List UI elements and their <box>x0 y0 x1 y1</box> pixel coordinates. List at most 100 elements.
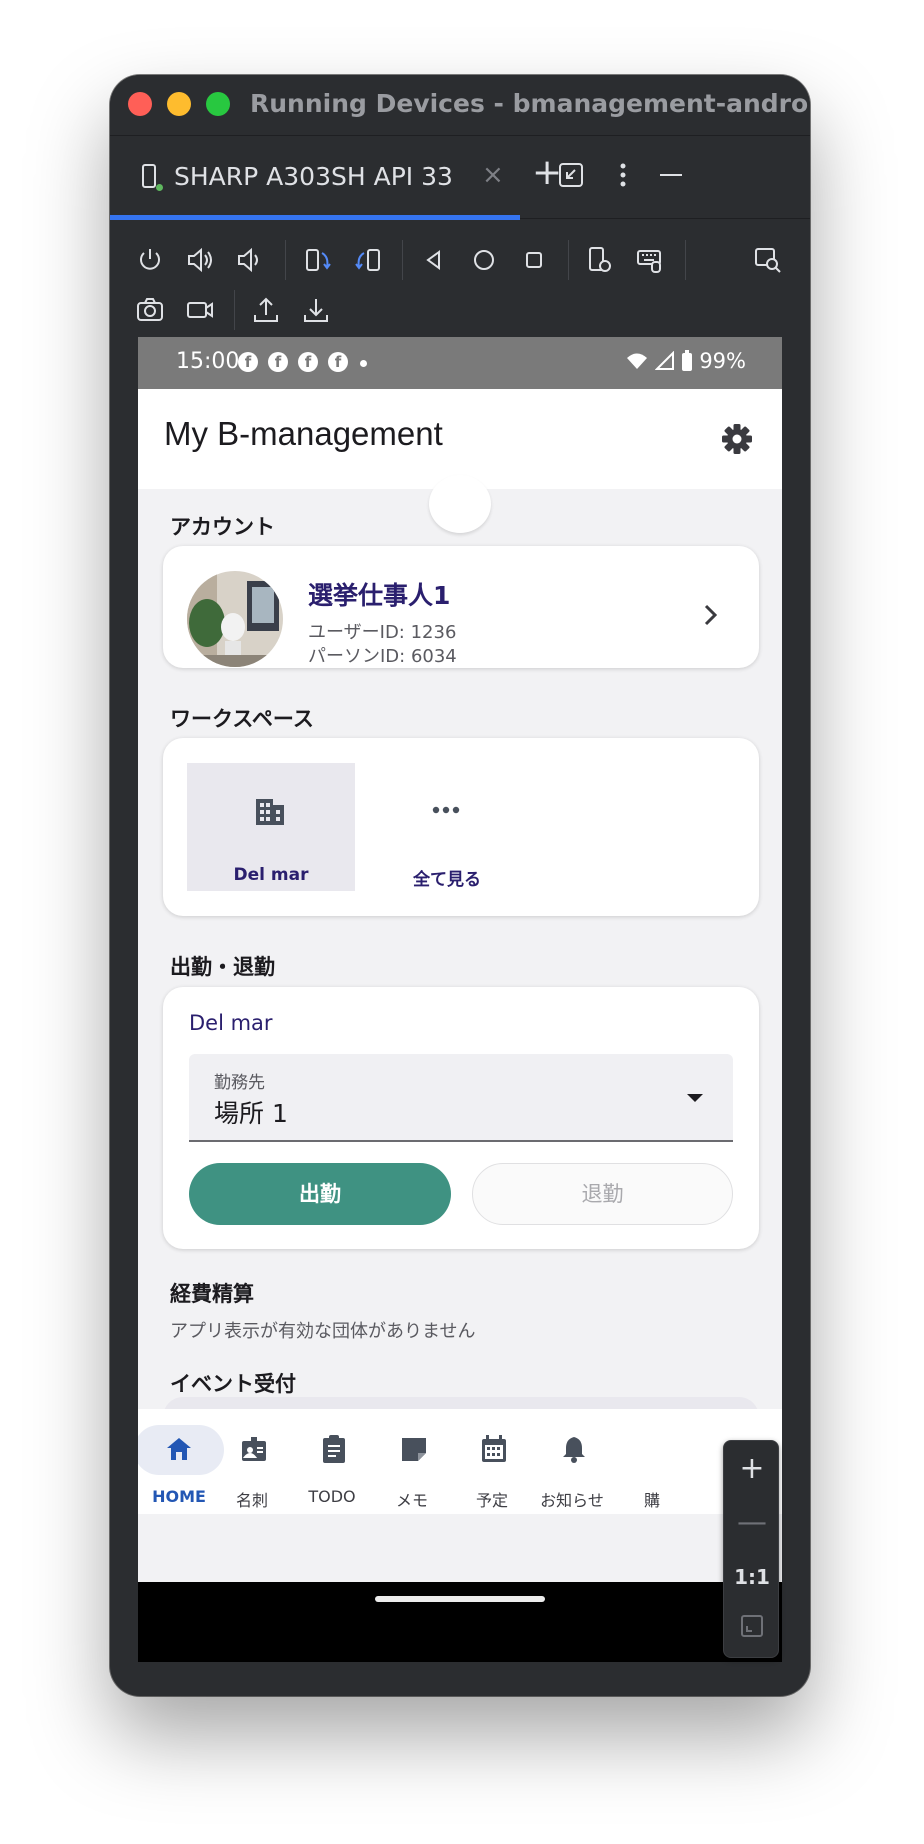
section-title-expense: 経費精算 <box>170 1282 254 1306</box>
status-time: 15:00 <box>176 349 240 374</box>
home-icon <box>167 1438 191 1460</box>
facebook-notification-icon: f <box>298 352 318 372</box>
keyboard-icon[interactable] <box>632 242 668 278</box>
device-toolbar <box>110 220 810 335</box>
tab-label: SHARP A303SH API 33 <box>174 162 453 191</box>
nav-item-memo[interactable]: メモ <box>372 1423 452 1523</box>
nav-item-business-card[interactable]: 名刺 <box>212 1423 292 1523</box>
work-location-label: 勤務先 <box>214 1073 265 1093</box>
clock-in-button[interactable]: 出勤 <box>189 1163 451 1225</box>
section-title-workspace: ワークスペース <box>170 707 314 731</box>
close-window-button[interactable] <box>128 92 152 116</box>
volume-up-icon[interactable] <box>182 242 218 278</box>
workspace-tile-del-mar[interactable]: Del mar <box>187 763 355 891</box>
facebook-notification-icon: f <box>328 352 348 372</box>
chevron-right-icon <box>701 601 721 629</box>
more-notifications-icon <box>360 360 367 367</box>
device-tab-bar: SHARP A303SH API 33 × + <box>110 135 810 220</box>
rotate-right-icon[interactable] <box>350 242 386 278</box>
inspect-icon[interactable] <box>750 242 786 278</box>
volume-down-icon[interactable] <box>232 242 268 278</box>
attendance-workspace-name: Del mar <box>189 1011 273 1035</box>
back-icon[interactable] <box>416 242 452 278</box>
zoom-out-button[interactable]: — <box>724 1497 780 1549</box>
nav-label: お知らせ <box>540 1491 604 1510</box>
tab-device[interactable]: SHARP A303SH API 33 × <box>110 136 520 220</box>
nav-item-purchase[interactable]: 購 <box>612 1423 692 1523</box>
settings-gear-icon[interactable] <box>714 416 760 462</box>
avatar <box>187 571 283 667</box>
battery-icon <box>682 350 693 371</box>
android-status-bar: 15:00 f f f f 99% <box>138 337 782 389</box>
running-devices-window: Running Devices - bmanagement-android SH… <box>110 75 810 1696</box>
screen-record-icon[interactable] <box>182 292 218 328</box>
refresh-indicator <box>429 475 491 533</box>
section-title-attendance: 出勤・退勤 <box>170 955 275 979</box>
home-icon[interactable] <box>466 242 502 278</box>
device-settings-icon[interactable] <box>582 242 618 278</box>
app-content: My B-management アカウント 選挙仕事人1 ユーザーID: 123… <box>138 389 782 1582</box>
screenshot-icon[interactable] <box>132 292 168 328</box>
device-screen[interactable]: 15:00 f f f f 99% My B-management アカウント … <box>138 337 782 1662</box>
hide-panel-icon[interactable] <box>658 162 684 195</box>
zoom-fit-icon[interactable] <box>724 1603 780 1655</box>
facebook-notification-icon: f <box>268 352 288 372</box>
memo-icon <box>402 1438 426 1461</box>
zoom-panel: + — 1:1 <box>723 1440 779 1658</box>
workspace-label: Del mar <box>233 865 309 885</box>
dropdown-arrow-icon <box>687 1094 703 1102</box>
bottom-navigation: HOME 名刺 TODO メモ 予定 お知らせ 購 <box>138 1409 782 1514</box>
workspace-tile-see-all[interactable]: 全て見る <box>363 763 531 891</box>
app-bar: My B-management <box>138 389 782 489</box>
page-title: My B-management <box>164 415 443 452</box>
upload-icon[interactable] <box>248 292 284 328</box>
toolbar-separator <box>568 240 569 280</box>
building-icon <box>251 791 289 829</box>
business-card-icon <box>242 1437 266 1461</box>
power-icon[interactable] <box>132 242 168 278</box>
zoom-in-button[interactable]: + <box>724 1443 780 1495</box>
battery-level: 99% <box>699 349 746 373</box>
account-card[interactable]: 選挙仕事人1 ユーザーID: 1236 パーソンID: 6034 <box>163 546 759 668</box>
restore-icon[interactable] <box>558 162 584 195</box>
more-options-icon[interactable] <box>618 162 628 195</box>
device-online-icon <box>156 184 163 191</box>
title-bar: Running Devices - bmanagement-android <box>110 75 810 135</box>
status-right: 99% <box>625 349 746 373</box>
nav-label: 予定 <box>475 1491 508 1510</box>
account-name: 選挙仕事人1 <box>308 581 451 610</box>
gesture-handle[interactable] <box>375 1596 545 1602</box>
overview-icon[interactable] <box>516 242 552 278</box>
nav-item-notifications[interactable]: お知らせ <box>532 1423 612 1523</box>
section-title-event: イベント受付 <box>170 1372 296 1396</box>
nav-label: メモ <box>395 1491 428 1510</box>
attendance-card: Del mar 勤務先 場所 1 出勤 退勤 <box>163 987 759 1249</box>
nav-item-home[interactable]: HOME <box>138 1423 224 1523</box>
nav-item-todo[interactable]: TODO <box>292 1423 372 1523</box>
maximize-window-button[interactable] <box>206 92 230 116</box>
clock-out-button[interactable]: 退勤 <box>472 1163 733 1225</box>
zoom-actual-size-button[interactable]: 1:1 <box>724 1551 780 1603</box>
workspace-label: 全て見る <box>413 870 481 890</box>
clipboard-icon <box>323 1435 345 1463</box>
toolbar-separator <box>285 240 286 280</box>
person-id: パーソンID: 6034 <box>308 646 457 667</box>
signal-icon <box>655 351 675 370</box>
nav-label: 名刺 <box>235 1491 268 1510</box>
toolbar-separator <box>685 240 686 280</box>
user-id: ユーザーID: 1236 <box>308 622 457 643</box>
work-location-value: 場所 1 <box>214 1099 288 1128</box>
tab-close-icon[interactable]: × <box>482 160 504 190</box>
gesture-bar <box>138 1582 782 1662</box>
toolbar-separator <box>402 240 403 280</box>
rotate-left-icon[interactable] <box>300 242 336 278</box>
expense-empty-message: アプリ表示が有効な団体がありません <box>170 1321 476 1342</box>
nav-item-schedule[interactable]: 予定 <box>452 1423 532 1523</box>
window-title: Running Devices - bmanagement-android <box>250 89 810 118</box>
minimize-window-button[interactable] <box>167 92 191 116</box>
nav-label: TODO <box>308 1487 356 1506</box>
work-location-select[interactable]: 勤務先 場所 1 <box>189 1054 733 1142</box>
more-icon <box>427 791 465 829</box>
download-icon[interactable] <box>298 292 334 328</box>
phone-icon <box>142 164 156 188</box>
